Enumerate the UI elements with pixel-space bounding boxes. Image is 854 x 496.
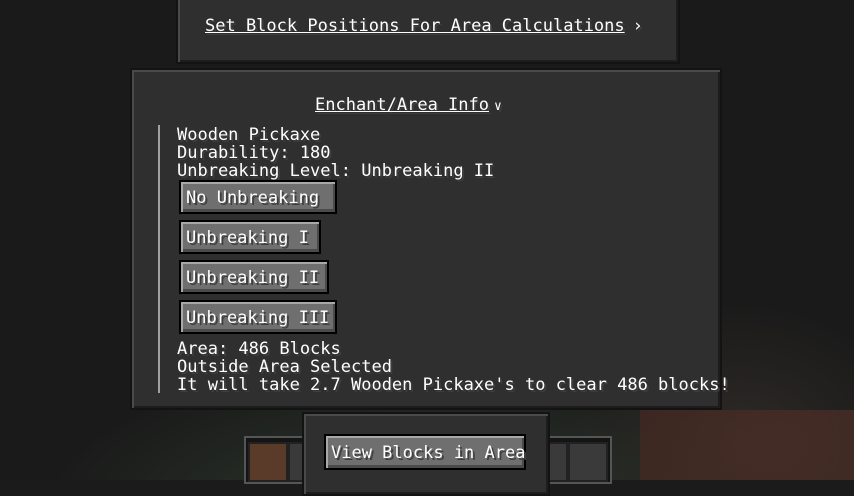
chevron-down-icon: ∨ xyxy=(494,99,502,114)
durability-text: Durability: 180 xyxy=(177,143,331,163)
no-unbreaking-button[interactable]: No Unbreaking xyxy=(179,180,337,214)
selection-status-text: Outside Area Selected xyxy=(177,357,392,377)
section-title: Enchant/Area Info xyxy=(315,95,489,115)
clear-estimate-text: It will take 2.7 Wooden Pickaxe's to cle… xyxy=(177,375,730,395)
area-calculation-header: Set Block Positions For Area Calculation… xyxy=(176,0,680,64)
hotbar-slot[interactable] xyxy=(568,442,608,482)
section-divider xyxy=(158,125,160,393)
button-label: View Blocks in Area xyxy=(331,443,526,463)
world-block xyxy=(640,410,854,480)
unbreaking-3-button[interactable]: Unbreaking III xyxy=(179,300,337,334)
area-text: Area: 486 Blocks xyxy=(177,339,341,359)
unbreaking-level-text: Unbreaking Level: Unbreaking II xyxy=(177,161,495,181)
set-block-positions-label: Set Block Positions For Area Calculation… xyxy=(205,16,625,36)
hotbar-slot[interactable] xyxy=(248,442,288,482)
button-label: No Unbreaking xyxy=(186,188,320,208)
button-label: Unbreaking II xyxy=(186,268,320,288)
enchant-area-info-panel: Enchant/Area Info ∨ Wooden Pickaxe Durabi… xyxy=(130,68,730,410)
button-label: Unbreaking III xyxy=(186,308,330,328)
unbreaking-1-button[interactable]: Unbreaking I xyxy=(179,220,321,254)
view-blocks-button[interactable]: View Blocks in Area xyxy=(324,434,526,470)
button-label: Unbreaking I xyxy=(186,228,309,248)
unbreaking-2-button[interactable]: Unbreaking II xyxy=(179,260,329,294)
enchant-area-info-toggle[interactable]: Enchant/Area Info ∨ xyxy=(315,96,502,116)
chevron-right-icon: › xyxy=(632,16,643,36)
item-name: Wooden Pickaxe xyxy=(177,125,321,145)
set-block-positions-link[interactable]: Set Block Positions For Area Calculation… xyxy=(205,17,643,35)
view-blocks-panel: View Blocks in Area xyxy=(302,412,550,496)
